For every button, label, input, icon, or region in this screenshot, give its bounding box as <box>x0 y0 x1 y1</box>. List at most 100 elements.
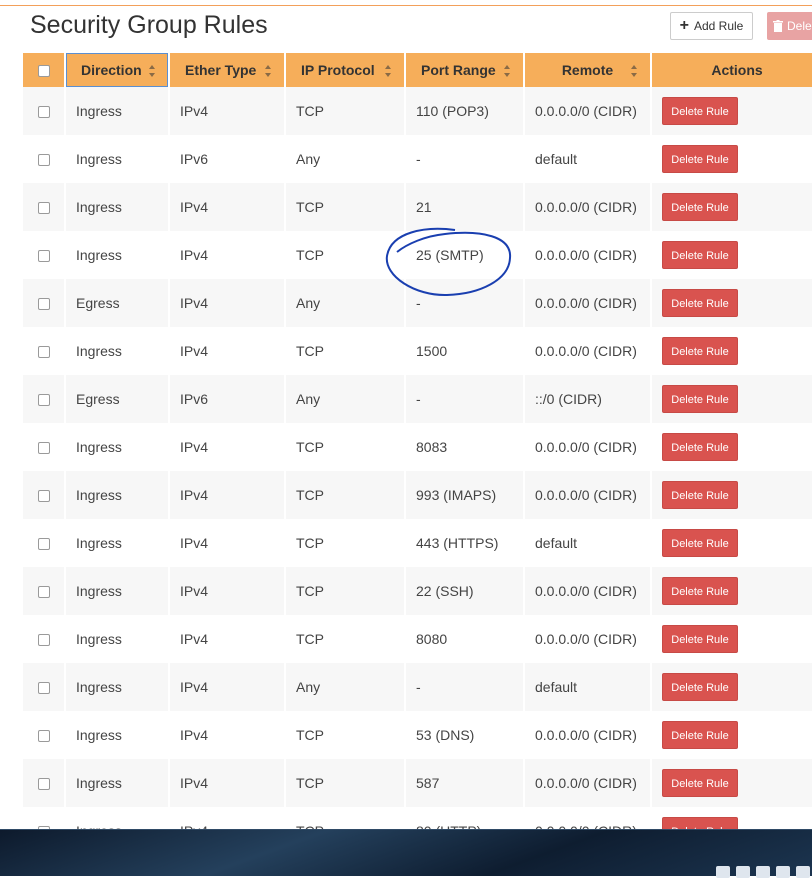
window-top-edge <box>0 0 812 6</box>
row-checkbox[interactable] <box>37 490 50 503</box>
column-header-direction[interactable]: Direction <box>65 53 170 87</box>
delete-rule-button[interactable]: Delete Rule <box>662 97 738 125</box>
tray-network-icon[interactable] <box>716 866 730 878</box>
remote-cell: 0.0.0.0/0 (CIDR) <box>524 327 652 375</box>
delete-rule-button[interactable]: Delete Rule <box>662 625 738 653</box>
row-select-cell <box>23 183 66 231</box>
delete-rule-button[interactable]: Delete Rule <box>662 145 738 173</box>
row-select-cell <box>23 87 66 135</box>
ether-type-cell: IPv4 <box>169 87 286 135</box>
row-checkbox[interactable] <box>37 730 50 743</box>
row-checkbox[interactable] <box>37 202 50 215</box>
direction-cell: Ingress <box>65 327 170 375</box>
actions-cell: Delete Rule <box>651 231 812 279</box>
port-range-cell: - <box>405 663 525 711</box>
add-rule-label: Add Rule <box>693 19 744 33</box>
remote-cell: 0.0.0.0/0 (CIDR) <box>524 183 652 231</box>
port-range-cell: 110 (POP3) <box>405 87 525 135</box>
actions-cell: Delete Rule <box>651 807 812 829</box>
column-header-ip-protocol[interactable]: IP Protocol <box>285 53 406 87</box>
ip-protocol-cell: Any <box>285 375 406 423</box>
direction-cell: Ingress <box>65 711 170 759</box>
table-row: IngressIPv4TCP80 (HTTP)0.0.0.0/0 (CIDR) D… <box>23 807 812 829</box>
direction-cell: Ingress <box>65 135 170 183</box>
ip-protocol-cell: TCP <box>285 567 406 615</box>
tray-app-icon[interactable] <box>736 866 750 878</box>
system-tray <box>716 866 810 878</box>
delete-rule-button[interactable]: Delete Rule <box>662 673 738 701</box>
delete-rule-button[interactable]: Delete Rule <box>662 529 738 557</box>
actions-cell: Delete Rule <box>651 663 812 711</box>
ip-protocol-cell: Any <box>285 663 406 711</box>
delete-rule-button[interactable]: Delete Rule <box>662 577 738 605</box>
sort-icon <box>149 65 156 77</box>
rules-table-container: Direction Ether Type IP Protocol Port Ra… <box>23 53 812 829</box>
ether-type-cell: IPv4 <box>169 567 286 615</box>
ip-protocol-cell: TCP <box>285 615 406 663</box>
table-row: Ingress IPv4 TCP 8083 0.0.0.0/0 (CIDR) Delete… <box>23 423 812 471</box>
actions-cell: Delete Rule <box>651 567 812 615</box>
delete-rule-button[interactable]: Delete Rule <box>662 337 738 365</box>
port-range-cell: 443 (HTTPS) <box>405 519 525 567</box>
add-rule-button[interactable]: + Add Rule <box>670 12 753 40</box>
remote-cell: 0.0.0.0/0 (CIDR) <box>524 759 652 807</box>
table-row: Egress IPv4 Any -0.0.0.0/0 (CIDR) Delete Rul… <box>23 279 812 327</box>
delete-rule-button[interactable]: Delete Rule <box>662 721 738 749</box>
column-header-remote[interactable]: Remote <box>524 53 652 87</box>
remote-cell: default <box>524 663 652 711</box>
select-all-header <box>23 53 66 87</box>
table-header-row: Direction Ether Type IP Protocol Port Ra… <box>23 53 812 87</box>
tray-flag-icon[interactable] <box>776 866 790 878</box>
delete-rule-button[interactable]: Delete Rule <box>662 289 738 317</box>
ip-protocol-cell: TCP <box>285 711 406 759</box>
row-checkbox[interactable] <box>37 394 50 407</box>
column-header-port-range[interactable]: Port Range <box>405 53 525 87</box>
delete-rule-button[interactable]: Delete Rule <box>662 481 738 509</box>
rules-table-body: Ingress IPv4 TCP 110 (POP3) 0.0.0.0/0 (CIDR)… <box>23 87 812 829</box>
delete-rule-button[interactable]: Delete Rule <box>662 385 738 413</box>
row-select-cell <box>23 567 66 615</box>
ether-type-cell: IPv4 <box>169 327 286 375</box>
delete-rule-button[interactable]: Delete Rule <box>662 817 738 829</box>
ether-type-cell: IPv4 <box>169 663 286 711</box>
table-row: Ingress IPv4 TCP 110 (POP3) 0.0.0.0/0 (CIDR)… <box>23 87 812 135</box>
ether-type-cell: IPv4 <box>169 711 286 759</box>
row-checkbox[interactable] <box>37 682 50 695</box>
select-all-checkbox[interactable] <box>37 65 50 78</box>
remote-cell: 0.0.0.0/0 (CIDR) <box>524 423 652 471</box>
row-select-cell <box>23 423 66 471</box>
row-checkbox[interactable] <box>37 442 50 455</box>
row-checkbox[interactable] <box>37 346 50 359</box>
delete-rule-button[interactable]: Delete Rule <box>662 241 738 269</box>
row-checkbox[interactable] <box>37 106 50 119</box>
os-taskbar <box>0 829 812 878</box>
tray-status-icon[interactable] <box>756 866 770 878</box>
direction-cell: Ingress <box>65 231 170 279</box>
row-checkbox[interactable] <box>37 538 50 551</box>
column-header-ether-type[interactable]: Ether Type <box>169 53 286 87</box>
actions-cell: Delete Rule <box>651 759 812 807</box>
row-checkbox[interactable] <box>37 250 50 263</box>
delete-rules-button[interactable]: Dele <box>767 12 812 40</box>
row-checkbox[interactable] <box>37 778 50 791</box>
delete-rule-button[interactable]: Delete Rule <box>662 769 738 797</box>
sort-icon <box>504 65 511 77</box>
ip-protocol-cell: TCP <box>285 759 406 807</box>
row-checkbox[interactable] <box>37 298 50 311</box>
port-range-cell: 1500 <box>405 327 525 375</box>
delete-rule-button[interactable]: Delete Rule <box>662 433 738 461</box>
row-checkbox[interactable] <box>37 586 50 599</box>
sort-icon <box>631 65 638 77</box>
delete-rule-button[interactable]: Delete Rule <box>662 193 738 221</box>
ether-type-cell: IPv4 <box>169 759 286 807</box>
tray-display-icon[interactable] <box>796 866 810 878</box>
ip-protocol-cell: Any <box>285 279 406 327</box>
delete-rules-label: Dele <box>787 19 812 33</box>
ether-type-cell: IPv6 <box>169 375 286 423</box>
row-checkbox[interactable] <box>37 634 50 647</box>
ip-protocol-cell: TCP <box>285 231 406 279</box>
table-row: Egress IPv6 Any -::/0 (CIDR) Delete Rule <box>23 375 812 423</box>
port-range-cell: 8080 <box>405 615 525 663</box>
direction-cell: Ingress <box>65 183 170 231</box>
row-checkbox[interactable] <box>37 154 50 167</box>
